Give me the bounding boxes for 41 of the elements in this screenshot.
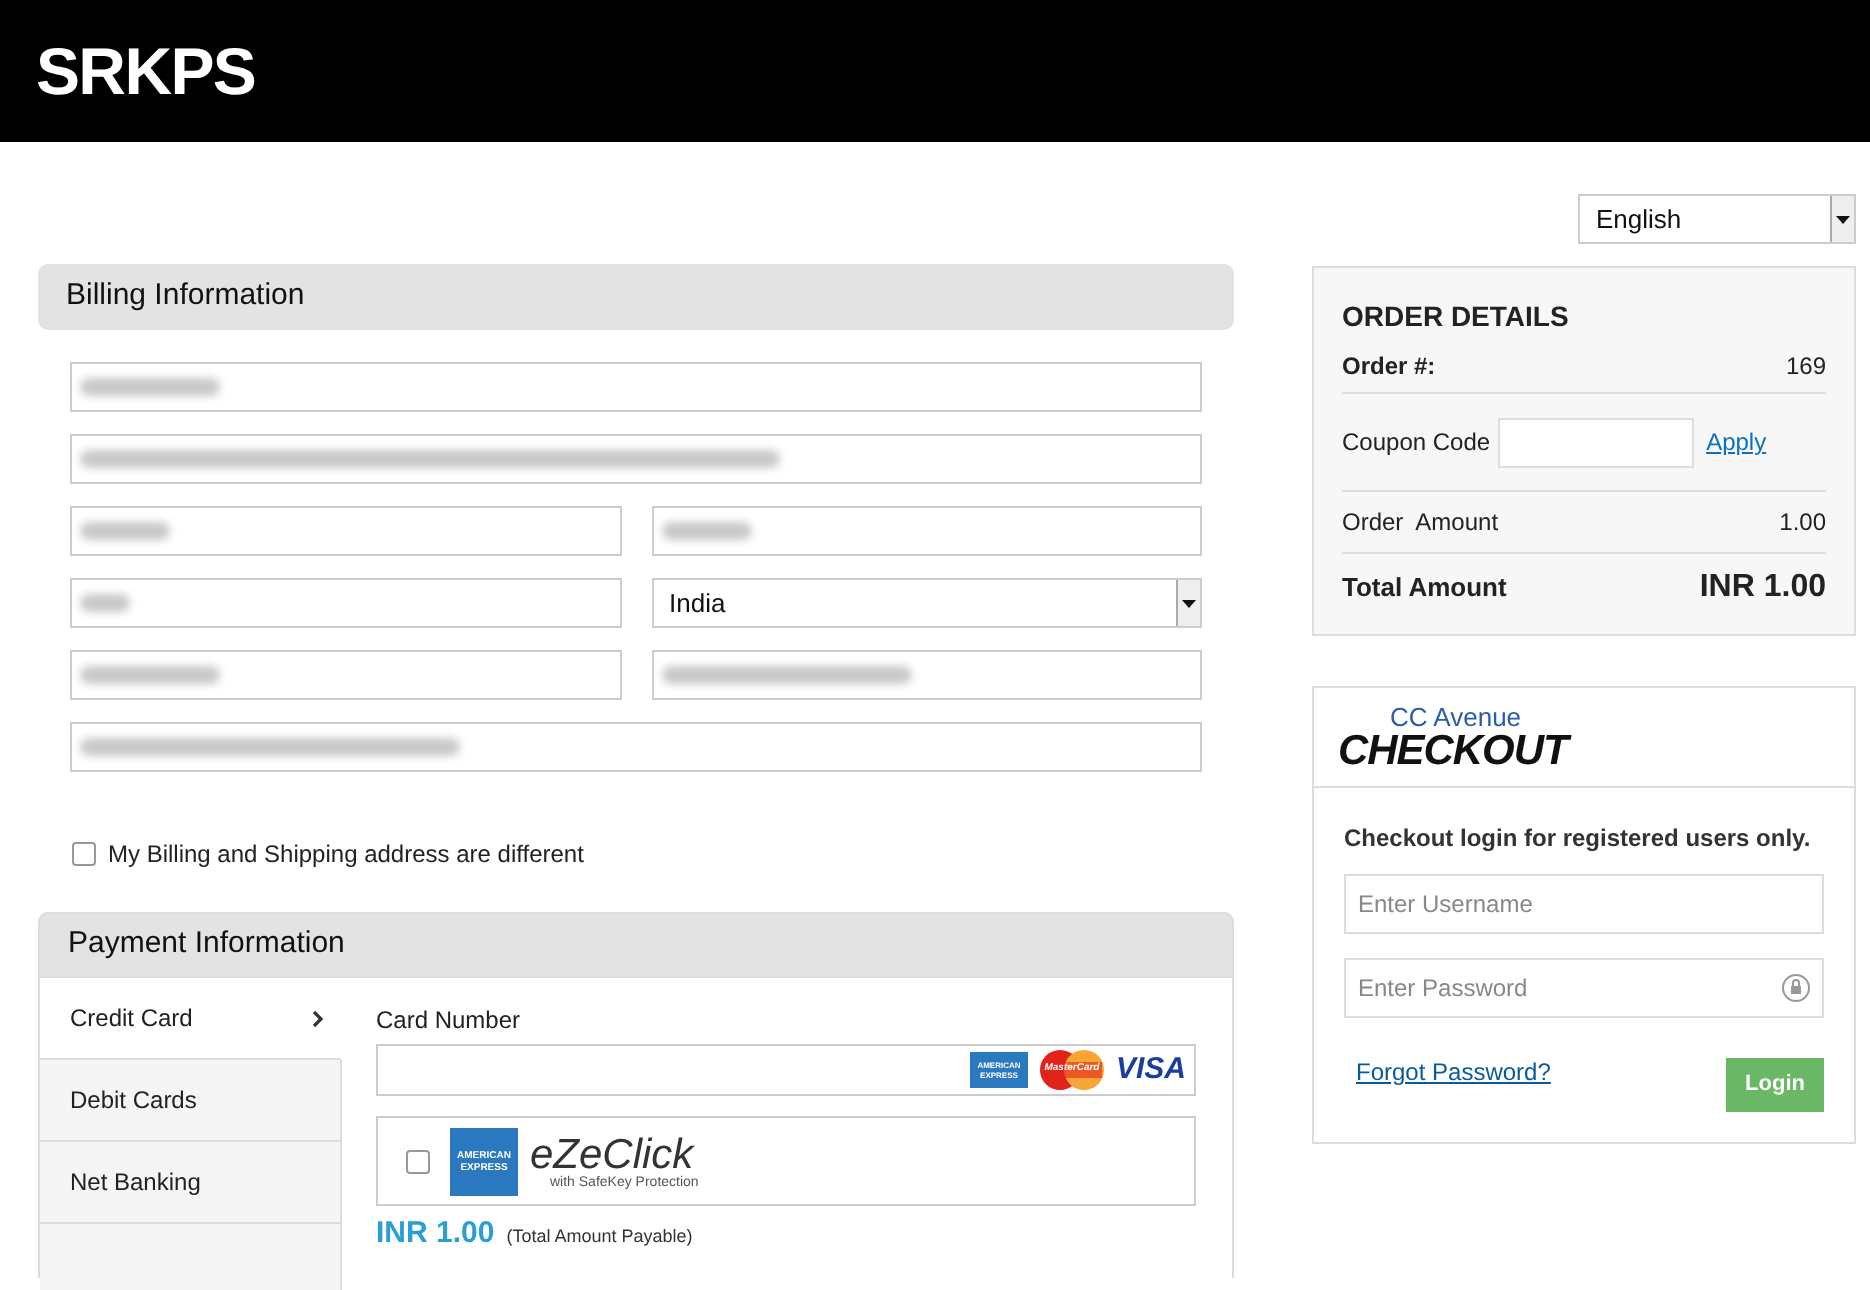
chevron-icon bbox=[312, 1009, 324, 1027]
lock-icon bbox=[1782, 972, 1810, 1004]
coupon-field[interactable] bbox=[1498, 417, 1695, 467]
input-field[interactable] bbox=[70, 362, 1202, 412]
section-title: Payment Information bbox=[68, 924, 345, 965]
section-title: Billing Information bbox=[66, 276, 305, 317]
input-field[interactable] bbox=[70, 650, 621, 700]
order-number: 169 bbox=[1785, 349, 1826, 383]
total-value: INR 1.00 bbox=[1699, 568, 1826, 608]
input-field[interactable] bbox=[70, 722, 1202, 772]
input-field[interactable] bbox=[70, 506, 621, 556]
password-field[interactable]: Enter Password bbox=[1344, 958, 1824, 1018]
apply-link[interactable]: Apply bbox=[1706, 424, 1767, 460]
total-label: Total Amount bbox=[1342, 570, 1507, 607]
country-select[interactable]: India bbox=[651, 578, 1202, 628]
checkbox[interactable] bbox=[406, 1149, 430, 1173]
ezeclick-logo: eZeClick bbox=[530, 1133, 695, 1175]
input-field[interactable] bbox=[70, 434, 1202, 484]
site-logo: SRKPS bbox=[36, 31, 256, 112]
coupon-label: Coupon Code bbox=[1342, 426, 1491, 460]
visa-logo: VISA bbox=[1115, 1049, 1186, 1090]
checkbox[interactable] bbox=[72, 842, 96, 866]
input-field[interactable] bbox=[651, 650, 1202, 700]
payable-note: (Total Amount Payable) bbox=[506, 1224, 693, 1250]
payable-amount: INR 1.00 bbox=[376, 1214, 495, 1254]
input-field[interactable] bbox=[70, 578, 621, 628]
checkbox-label: My Billing and Shipping address are different bbox=[108, 838, 584, 872]
username-field[interactable]: Enter Username bbox=[1344, 874, 1824, 934]
card-title: ORDER DETAILS bbox=[1342, 298, 1571, 336]
payment-method-tab[interactable]: Net Banking bbox=[40, 1142, 342, 1224]
input-field[interactable] bbox=[651, 506, 1202, 556]
payment-method-tab[interactable]: Debit Cards bbox=[40, 1060, 342, 1142]
field-label: Card Number bbox=[376, 1004, 523, 1038]
payment-method-tab[interactable] bbox=[40, 1224, 342, 1290]
language-select[interactable]: English bbox=[1578, 194, 1856, 244]
checkout-logo: CC Avenue CHECKOUT bbox=[1338, 703, 1568, 771]
amount-value: 1.00 bbox=[1779, 506, 1826, 540]
login-heading: Checkout login for registered users only. bbox=[1344, 822, 1813, 856]
amount-label: Order Amount bbox=[1342, 506, 1499, 540]
order-label: Order #: bbox=[1342, 349, 1436, 383]
forgot-password-link[interactable]: Forgot Password? bbox=[1356, 1054, 1551, 1090]
